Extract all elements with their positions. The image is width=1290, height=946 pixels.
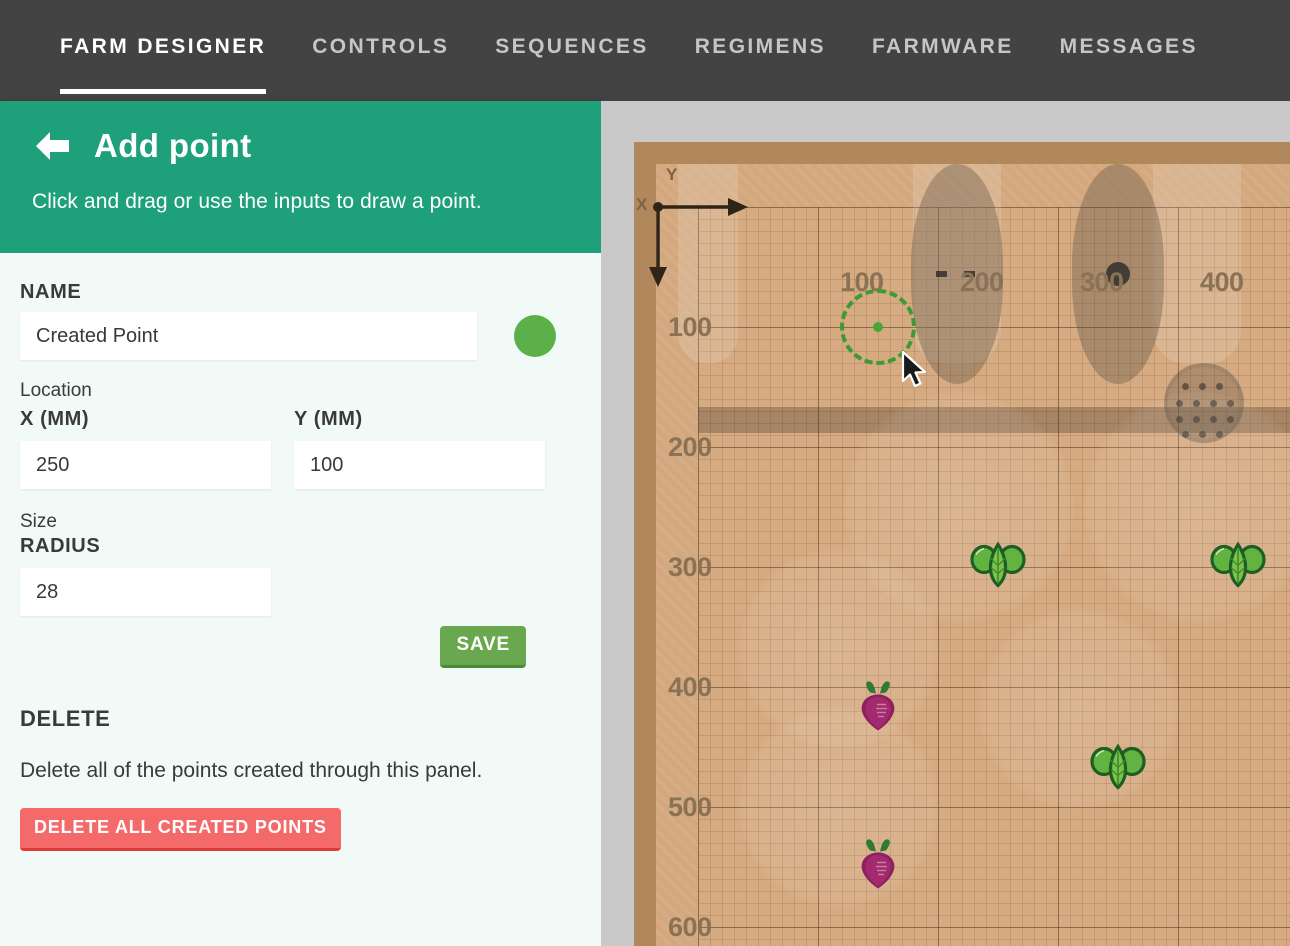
nav-item-sequences[interactable]: SEQUENCES [495, 0, 648, 94]
y-tick-label: 600 [668, 912, 712, 942]
plant-marker-spinach[interactable] [1089, 738, 1147, 801]
radius-field-label: RADIUS [20, 535, 101, 557]
nav-items: FARM DESIGNER CONTROLS SEQUENCES REGIMEN… [0, 0, 1244, 94]
delete-all-created-points-button[interactable]: DELETE ALL CREATED POINTS [20, 808, 341, 851]
farm-designer-map[interactable]: 100 200 300 400 5 100 200 300 400 500 60… [601, 101, 1290, 946]
nav-label: MESSAGES [1059, 35, 1198, 58]
back-arrow-icon[interactable] [32, 129, 72, 163]
point-color-swatch[interactable] [514, 315, 556, 357]
plant-marker-spinach[interactable] [969, 536, 1027, 599]
x-tick-label: 400 [1200, 267, 1244, 297]
location-section-label: Location [20, 380, 92, 401]
plant-marker-spinach[interactable] [1209, 536, 1267, 599]
y-field-group: Y (MM) [294, 408, 545, 489]
x-tick-label: 200 [960, 267, 1004, 297]
y-tick-label: 200 [668, 432, 712, 462]
size-section-label: Size [20, 511, 57, 532]
nav-item-farm-designer[interactable]: FARM DESIGNER [60, 0, 267, 94]
radius-input[interactable] [20, 568, 271, 616]
gantry-bay-3 [1153, 164, 1241, 364]
size-field-group: Size RADIUS [20, 511, 569, 616]
panel-header: Add point Click and drag or use the inpu… [0, 101, 601, 253]
nav-label: CONTROLS [312, 35, 450, 58]
garden-bed: 100 200 300 400 5 100 200 300 400 500 60… [634, 142, 1290, 946]
save-button[interactable]: SAVE [440, 626, 526, 668]
top-navigation-bar: FARM DESIGNER CONTROLS SEQUENCES REGIMEN… [0, 0, 1290, 101]
delete-section-heading: DELETE [20, 706, 111, 731]
nav-item-farmware[interactable]: FARMWARE [872, 0, 1014, 94]
y-tick-label: 400 [668, 672, 712, 702]
y-tick-label: 500 [668, 792, 712, 822]
nav-label: FARM DESIGNER [60, 35, 267, 58]
mouse-cursor-icon [900, 350, 930, 395]
x-coordinate-input[interactable] [20, 441, 271, 489]
nav-item-messages[interactable]: MESSAGES [1060, 0, 1198, 94]
add-point-panel: Add point Click and drag or use the inpu… [0, 101, 601, 946]
plant-spread-halo [979, 609, 1179, 809]
created-point-center [873, 322, 883, 332]
y-field-label: Y (MM) [294, 408, 363, 430]
nav-label: REGIMENS [694, 35, 826, 58]
nav-item-controls[interactable]: CONTROLS [312, 0, 449, 94]
delete-section: DELETE Delete all of the points created … [20, 706, 569, 851]
x-field-label: X (MM) [20, 408, 90, 430]
page-title: Add point [94, 127, 252, 164]
soil-surface: 100 200 300 400 5 100 200 300 400 500 60… [636, 164, 1290, 946]
y-coordinate-input[interactable] [294, 441, 545, 489]
plant-spread-halo [739, 707, 939, 907]
nav-item-regimens[interactable]: REGIMENS [695, 0, 826, 94]
name-field-label: NAME [20, 281, 82, 303]
plant-marker-beet[interactable] [852, 837, 904, 898]
axis-label-y: Y [666, 165, 678, 184]
nav-label: SEQUENCES [495, 35, 649, 58]
x-field-group: X (MM) [20, 408, 271, 489]
delete-description: Delete all of the points created through… [20, 759, 483, 782]
name-row [20, 312, 569, 360]
nav-label: FARMWARE [871, 35, 1014, 58]
axis-label-x: X [636, 195, 648, 214]
x-tick-label: 300 [1080, 267, 1124, 297]
plot-grid: 100 200 300 400 5 100 200 300 400 500 60… [636, 164, 1290, 946]
plant-marker-beet[interactable] [852, 679, 904, 740]
y-tick-label: 300 [668, 552, 712, 582]
panel-subtitle: Click and drag or use the inputs to draw… [32, 190, 482, 213]
origin-axes [649, 198, 748, 287]
point-name-input[interactable] [20, 312, 477, 360]
